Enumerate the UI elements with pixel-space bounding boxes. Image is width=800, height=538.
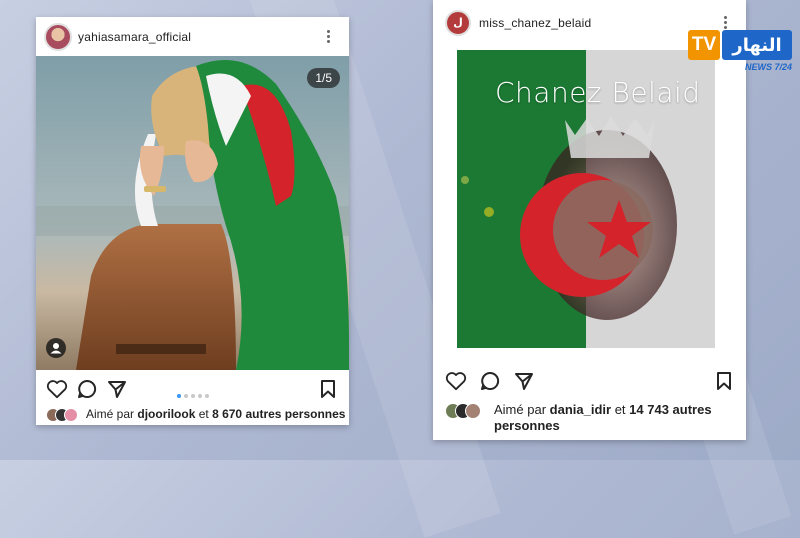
avatar[interactable]: ل	[445, 10, 471, 36]
liker-username[interactable]: dania_idir	[550, 402, 611, 417]
carousel-dot[interactable]	[197, 394, 202, 398]
comment-icon[interactable]	[77, 379, 97, 399]
likes-prefix: Aimé par	[494, 402, 547, 417]
carousel-dot[interactable]	[204, 394, 209, 398]
post-username[interactable]: yahiasamara_official	[78, 30, 191, 44]
post-header: yahiasamara_official	[36, 17, 349, 55]
post-photo[interactable]: 1/5	[36, 56, 349, 370]
likes-joiner: et	[614, 402, 626, 417]
likes-prefix: Aimé par	[86, 407, 135, 421]
likes-summary[interactable]: Aimé par dania_idir et 14 743 autres	[494, 401, 734, 418]
carousel-indicator[interactable]	[175, 385, 210, 403]
liker-avatars	[46, 408, 80, 422]
likes-summary[interactable]: Aimé par djoorilook et 8 670 autres pers…	[86, 406, 345, 422]
likes-count[interactable]: 8 670 autres personnes	[212, 407, 345, 421]
likes-joiner: et	[198, 407, 209, 421]
avatar[interactable]	[44, 23, 72, 51]
overlay-title: Chanez Belaid	[495, 76, 701, 109]
likes-count[interactable]: 14 743 autres	[629, 402, 711, 417]
send-icon[interactable]	[107, 379, 127, 399]
channel-logo: TV النهار NEWS 7/24	[688, 28, 794, 76]
logo-arabic-wordmark: النهار	[722, 30, 792, 60]
carousel-counter: 1/5	[307, 68, 340, 88]
likes-count-continued[interactable]: personnes	[494, 418, 560, 434]
carousel-dot[interactable]	[176, 394, 181, 398]
post-photo[interactable]: Chanez Belaid	[457, 50, 715, 348]
more-vertical-icon[interactable]	[326, 30, 330, 44]
user-tag-icon[interactable]	[46, 338, 66, 358]
comment-icon[interactable]	[480, 371, 500, 391]
heart-icon[interactable]	[445, 371, 467, 391]
bookmark-icon[interactable]	[716, 371, 732, 391]
liker-username[interactable]: djoorilook	[137, 407, 195, 421]
logo-tagline: NEWS 7/24	[744, 62, 792, 72]
send-icon[interactable]	[514, 371, 534, 391]
carousel-dot[interactable]	[190, 394, 195, 398]
logo-tv-badge: TV	[688, 30, 720, 60]
carousel-dot[interactable]	[183, 394, 188, 398]
liker-avatars	[445, 403, 485, 419]
heart-icon[interactable]	[46, 379, 68, 399]
post-username[interactable]: miss_chanez_belaid	[479, 16, 591, 30]
post-photo-image	[36, 56, 349, 370]
instagram-post-card-1: yahiasamara_official 1/5 Aimé par djoori…	[36, 17, 349, 425]
bookmark-icon[interactable]	[320, 379, 336, 399]
